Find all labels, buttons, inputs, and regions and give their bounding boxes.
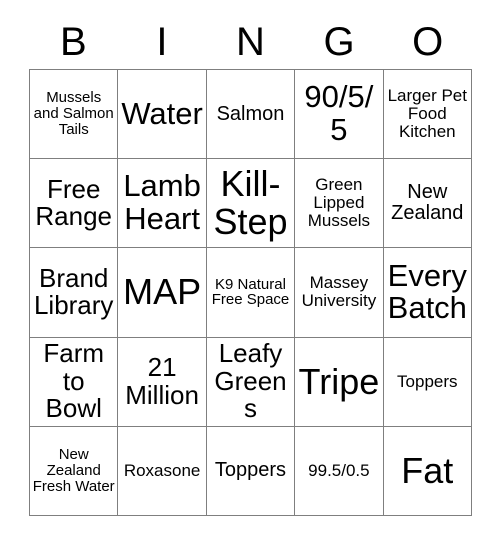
bingo-cell[interactable]: New Zealand Fresh Water: [30, 426, 119, 516]
bingo-cell[interactable]: MAP: [118, 248, 207, 338]
bingo-cell-label: Tripe: [298, 360, 380, 402]
bingo-cell-label: Leafy Greens: [214, 338, 287, 424]
bingo-cell[interactable]: Farm to Bowl: [30, 337, 119, 427]
bingo-cell-label: Kill-Step: [213, 163, 288, 243]
bingo-cell[interactable]: New Zealand: [383, 159, 472, 249]
bingo-header-letter-o: O: [412, 20, 444, 64]
bingo-cell-label: New Zealand: [391, 181, 464, 225]
bingo-cell[interactable]: Tripe: [295, 337, 384, 427]
bingo-cell-label: 21 Million: [125, 352, 199, 410]
bingo-cell[interactable]: Every Batch: [383, 248, 472, 338]
bingo-cell[interactable]: Massey University: [295, 248, 384, 338]
bingo-cell[interactable]: Lamb Heart: [118, 159, 207, 249]
bingo-cell[interactable]: Green Lipped Mussels: [295, 159, 384, 249]
bingo-card: B I N G O Mussels and Salmon Tails Water…: [0, 0, 500, 544]
bingo-cell-label: Green Lipped Mussels: [307, 175, 371, 231]
bingo-cell-label: Water: [121, 95, 203, 131]
bingo-cell-label: Every Batch: [387, 257, 467, 326]
bingo-cell-label: 99.5/0.5: [308, 460, 370, 480]
bingo-cell-free-space[interactable]: K9 Natural Free Space: [206, 248, 296, 338]
bingo-cell[interactable]: 90/5/5: [295, 70, 384, 160]
bingo-cell[interactable]: Water: [118, 70, 207, 160]
bingo-cell[interactable]: Toppers: [383, 337, 472, 427]
bingo-cell-label: Massey University: [301, 273, 377, 311]
bingo-cell[interactable]: Brand Library: [30, 248, 119, 338]
bingo-cell-label: Free Range: [35, 173, 112, 232]
bingo-cell[interactable]: 99.5/0.5: [295, 426, 384, 516]
bingo-cell[interactable]: Toppers: [206, 426, 296, 516]
bingo-cell-label: Salmon: [216, 102, 285, 125]
bingo-cell-label: K9 Natural Free Space: [211, 275, 290, 309]
bingo-cell[interactable]: Mussels and Salmon Tails: [30, 70, 119, 160]
bingo-cell-label: MAP: [123, 271, 202, 313]
bingo-cell[interactable]: Free Range: [30, 159, 119, 249]
bingo-header-letter-b: B: [59, 20, 87, 64]
bingo-cell[interactable]: Kill-Step: [206, 159, 296, 249]
bingo-cell[interactable]: Larger Pet Food Kitchen: [383, 70, 472, 160]
bingo-header-row: B I N G O: [29, 16, 472, 68]
bingo-header-letter-g: G: [323, 20, 355, 64]
bingo-cell[interactable]: 21 Million: [118, 337, 207, 427]
bingo-cell[interactable]: Roxasone: [118, 426, 207, 516]
bingo-cell-label: Larger Pet Food Kitchen: [387, 86, 467, 142]
bingo-cell-label: Lamb Heart: [123, 168, 201, 237]
bingo-cell[interactable]: Fat: [383, 426, 472, 516]
bingo-cell-label: New Zealand Fresh Water: [32, 446, 115, 495]
bingo-cell-label: Farm to Bowl: [43, 338, 105, 424]
bingo-cell-label: Roxasone: [123, 460, 201, 480]
bingo-cell-label: Toppers: [397, 371, 458, 391]
bingo-cell-label: Brand Library: [33, 262, 114, 321]
bingo-header-letter-n: N: [236, 20, 265, 64]
bingo-cell-label: 90/5/5: [304, 79, 374, 148]
bingo-cell-label: Fat: [401, 449, 454, 491]
bingo-cell[interactable]: Salmon: [206, 70, 296, 160]
bingo-header-letter-i: I: [156, 20, 168, 64]
bingo-cell[interactable]: Leafy Greens: [206, 337, 296, 427]
bingo-cell-label: Mussels and Salmon Tails: [33, 89, 114, 139]
bingo-grid: Mussels and Salmon Tails Water Salmon 90…: [29, 69, 472, 516]
bingo-cell-label: Toppers: [214, 459, 287, 482]
